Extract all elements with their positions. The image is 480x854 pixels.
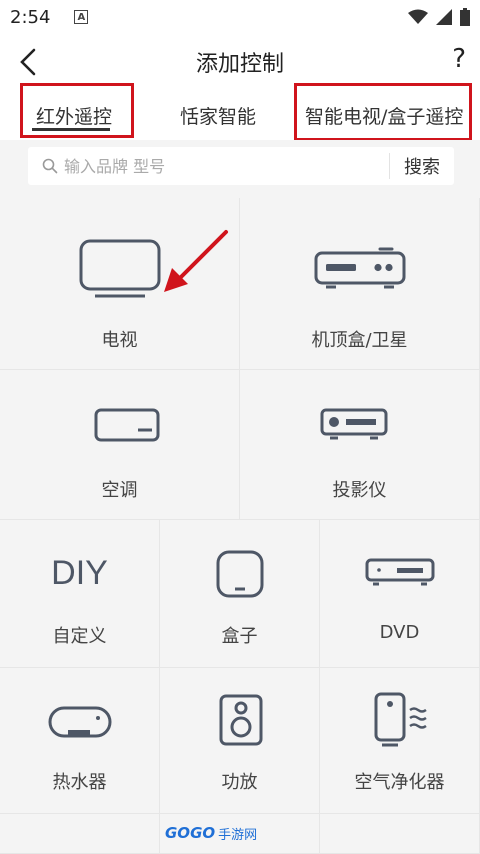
device-label: 自定义: [52, 626, 107, 647]
water-heater-icon: [48, 706, 112, 738]
device-air-purifier[interactable]: 空气净化器: [320, 668, 480, 814]
device-label: 电视: [101, 330, 138, 351]
device-amplifier[interactable]: 功放: [160, 668, 320, 814]
annotation-arrow-icon: [164, 230, 228, 292]
device-label: 热水器: [52, 772, 107, 793]
air-conditioner-icon: [94, 408, 160, 442]
back-arrow-icon[interactable]: [14, 46, 44, 78]
dvd-icon: [365, 558, 435, 586]
tv-icon: [79, 239, 161, 298]
device-label: 空气净化器: [354, 772, 445, 793]
device-label: 空调: [101, 480, 138, 501]
signal-icon: [436, 9, 452, 25]
search-button[interactable]: 搜索: [390, 153, 454, 179]
notification-icon: A: [74, 10, 89, 24]
projector-icon: [320, 408, 388, 440]
search-input[interactable]: [64, 156, 364, 176]
page-title: 添加控制: [195, 52, 284, 77]
device-dvd[interactable]: DVD: [320, 520, 480, 668]
battery-icon: [460, 8, 470, 26]
air-purifier-icon: [374, 692, 427, 747]
search-bar: 搜索: [28, 147, 454, 185]
help-icon[interactable]: ?: [452, 44, 466, 74]
search-section: 搜索: [0, 140, 480, 198]
highlight-box-smart-tv: [294, 83, 472, 141]
device-row-partial[interactable]: [0, 814, 160, 854]
watermark-brand: GOGO: [165, 824, 216, 842]
wifi-icon: [408, 9, 428, 24]
diy-icon: DIY: [51, 554, 108, 592]
highlight-box-infrared: [20, 83, 134, 138]
device-label: DVD: [379, 622, 420, 643]
tab-tianjia-smart[interactable]: 恬家智能: [180, 90, 256, 140]
watermark-suffix: 手游网: [218, 827, 258, 843]
device-label: 投影仪: [332, 480, 387, 501]
status-bar: 2:54 A: [0, 0, 480, 34]
device-label: 功放: [221, 772, 258, 793]
set-top-box-icon: [314, 247, 406, 289]
device-row-partial[interactable]: [320, 814, 480, 854]
box-icon: [216, 550, 264, 598]
device-label: 盒子: [221, 626, 258, 647]
device-box[interactable]: 盒子: [160, 520, 320, 668]
status-time: 2:54: [10, 6, 51, 28]
app-header: 添加控制 ?: [0, 34, 480, 90]
search-icon: [42, 158, 58, 174]
device-label: 机顶盒/卫星: [311, 330, 408, 351]
amplifier-icon: [219, 694, 263, 746]
device-water-heater[interactable]: 热水器: [0, 668, 160, 814]
watermark-logo: GOGO 手游网: [165, 820, 315, 846]
device-diy[interactable]: DIY 自定义: [0, 520, 160, 668]
device-set-top-box[interactable]: 机顶盒/卫星: [240, 198, 480, 370]
device-projector[interactable]: 投影仪: [240, 370, 480, 520]
device-air-conditioner[interactable]: 空调: [0, 370, 240, 520]
